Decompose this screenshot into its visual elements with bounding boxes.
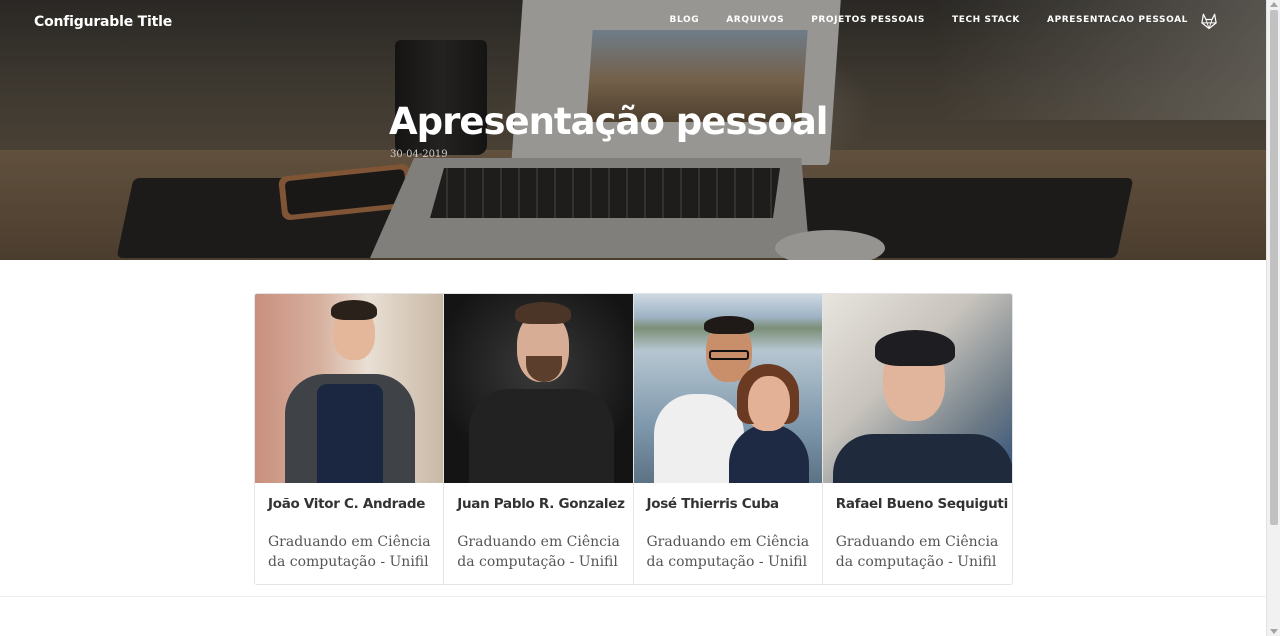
member-description: Graduando em Ciência da computação - Uni…	[457, 534, 620, 570]
page-title: Apresentação pessoal	[389, 100, 828, 143]
main-nav: BLOG ARQUIVOS PROJETOS PESSOAIS TECH STA…	[670, 14, 1188, 26]
gitlab-fox-icon[interactable]	[1200, 12, 1218, 30]
scroll-down-icon[interactable]	[1270, 629, 1278, 634]
team-card: João Vitor C. Andrade Graduando em Ciênc…	[255, 294, 445, 584]
nav-item-tech-stack[interactable]: TECH STACK	[952, 14, 1020, 26]
scroll-up-icon[interactable]	[1270, 2, 1278, 7]
team-card: José Thierris Cuba Graduando em Ciência …	[633, 294, 823, 584]
member-description: Graduando em Ciência da computação - Uni…	[268, 534, 431, 570]
footer-divider	[0, 596, 1266, 597]
member-photo	[444, 294, 633, 483]
page-scrollbar[interactable]	[1266, 0, 1280, 636]
nav-item-apresentacao-pessoal[interactable]: APRESENTACAO PESSOAL	[1047, 14, 1188, 26]
team-card: Juan Pablo R. Gonzalez Graduando em Ciên…	[444, 294, 634, 584]
member-description: Graduando em Ciência da computação - Uni…	[835, 534, 999, 570]
member-photo	[822, 294, 1012, 483]
scrollbar-thumb[interactable]	[1270, 10, 1278, 525]
nav-item-blog[interactable]: BLOG	[670, 14, 700, 26]
site-title-link[interactable]: Configurable Title	[34, 14, 172, 30]
member-name: Rafael Bueno Sequiguti	[835, 496, 1008, 512]
nav-item-arquivos[interactable]: ARQUIVOS	[726, 14, 784, 26]
member-name: Juan Pablo R. Gonzalez	[457, 496, 625, 512]
member-description: Graduando em Ciência da computação - Uni…	[646, 534, 810, 570]
member-photo	[633, 294, 822, 483]
post-date: 30-04-2019	[390, 149, 448, 160]
member-photo	[255, 294, 444, 483]
team-cards: João Vitor C. Andrade Graduando em Ciênc…	[254, 293, 1013, 585]
member-name: João Vitor C. Andrade	[268, 496, 426, 512]
hero-header: Configurable Title BLOG ARQUIVOS PROJETO…	[0, 0, 1266, 260]
team-card: Rafael Bueno Sequiguti Graduando em Ciên…	[822, 294, 1012, 584]
nav-item-projetos-pessoais[interactable]: PROJETOS PESSOAIS	[811, 14, 925, 26]
member-name: José Thierris Cuba	[646, 496, 780, 512]
